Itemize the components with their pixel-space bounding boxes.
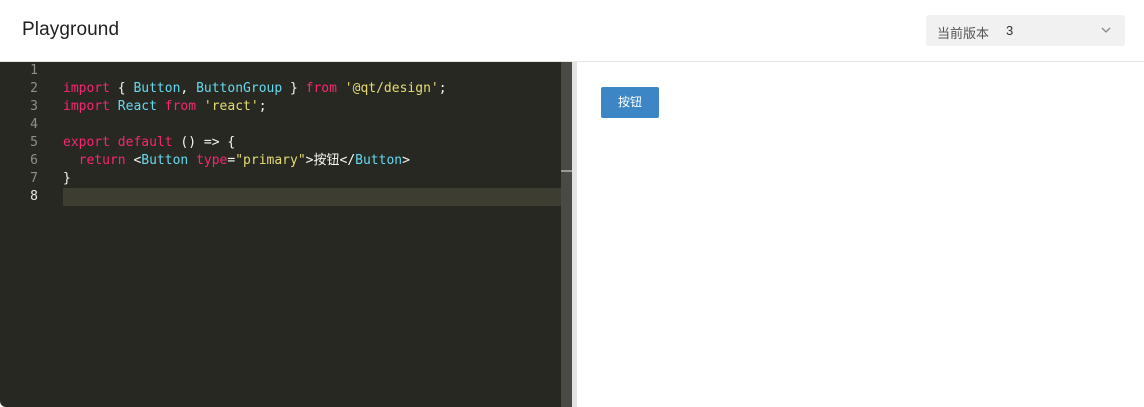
code-token: React — [117, 99, 157, 114]
code-token: Button — [133, 81, 181, 96]
code-token: import — [63, 81, 110, 96]
line-number: 2 — [30, 81, 38, 96]
code-token: >按钮</ — [305, 153, 356, 168]
code-token: type — [196, 153, 228, 168]
app-title: Playground — [22, 19, 120, 40]
code-editor[interactable]: 1 2 3 4 5 6 7 8 import { Button, ButtonGroup } … — [0, 62, 572, 407]
preview-pane: 按钮 — [577, 62, 1144, 407]
preview-primary-button[interactable]: 按钮 — [601, 87, 659, 118]
code-token: import — [63, 99, 110, 114]
code-token: ; — [258, 99, 267, 114]
code-token: , — [180, 81, 197, 96]
code-token: return — [78, 153, 126, 168]
code-token: default — [117, 135, 173, 150]
code-token: from — [164, 99, 197, 114]
code-line: } — [63, 170, 71, 188]
code-token: '@qt/design' — [344, 81, 439, 96]
code-token: } — [282, 81, 306, 96]
line-number: 7 — [30, 171, 38, 186]
code-token: ButtonGroup — [196, 81, 283, 96]
code-line: import { Button, ButtonGroup } from '@qt… — [63, 80, 447, 98]
code-token: > — [402, 153, 410, 168]
line-number: 5 — [30, 135, 38, 150]
code-token: Button — [355, 153, 403, 168]
code-token: { — [109, 81, 134, 96]
code-line: export default () => { — [63, 134, 235, 152]
version-select-label: 当前版本 — [937, 26, 990, 41]
code-token: export — [63, 135, 110, 150]
code-token: 'react' — [203, 99, 259, 114]
active-line-highlight — [63, 188, 561, 206]
code-line: import React from 'react'; — [63, 98, 267, 116]
scrollbar-marker — [561, 170, 572, 172]
line-number: 6 — [30, 153, 38, 168]
editor-scrollbar[interactable] — [561, 62, 572, 407]
code-token: "primary" — [235, 153, 306, 168]
line-number: 4 — [30, 117, 38, 132]
chevron-down-icon — [1101, 27, 1111, 33]
line-number: 3 — [30, 99, 38, 114]
code-token: < — [125, 153, 142, 168]
code-token: } — [63, 171, 71, 186]
code-token: Button — [141, 153, 189, 168]
version-select[interactable]: 当前版本 3 — [926, 15, 1125, 46]
code-token: () => { — [172, 135, 236, 150]
line-number: 8 — [30, 189, 38, 204]
code-line: return <Button type="primary">按钮</Button… — [63, 152, 410, 170]
code-token: ; — [438, 81, 447, 96]
code-token: from — [305, 81, 337, 96]
line-number: 1 — [30, 63, 38, 78]
version-select-value: 3 — [1006, 23, 1014, 38]
app-header: Playground 当前版本 3 — [0, 0, 1144, 62]
line-number-gutter: 1 2 3 4 5 6 7 8 — [0, 62, 44, 407]
